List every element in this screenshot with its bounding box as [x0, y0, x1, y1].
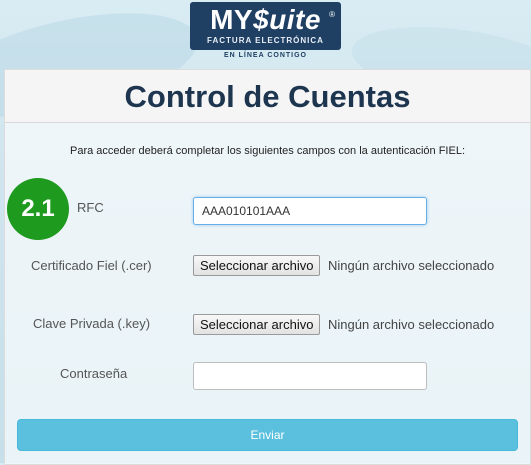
logo-subtitle: FACTURA ELECTRÓNICA — [207, 36, 324, 45]
instruction-text: Para acceder deberá completar los siguie… — [70, 145, 465, 157]
private-key-file-button[interactable]: Seleccionar archivo — [193, 314, 321, 335]
submit-button[interactable]: Enviar — [17, 419, 518, 451]
login-panel: Control de Cuentas Para acceder deberá c… — [4, 69, 531, 465]
logo-tagline: EN LÍNEA CONTIGO — [223, 52, 308, 59]
rfc-label: RFC — [77, 200, 104, 215]
logo-badge: MY$uite ® FACTURA ELECTRÓNICA — [190, 2, 341, 50]
certificate-label: Certificado Fiel (.cer) — [31, 258, 152, 273]
private-key-file-status: Ningún archivo seleccionado — [328, 317, 495, 332]
certificate-file-status: Ningún archivo seleccionado — [328, 258, 495, 273]
registered-mark: ® — [329, 10, 335, 19]
step-badge: 2.1 — [7, 178, 69, 240]
private-key-label: Clave Privada (.key) — [33, 316, 151, 331]
certificate-file-button[interactable]: Seleccionar archivo — [193, 255, 321, 276]
password-input[interactable] — [193, 362, 427, 390]
logo-suite: $uite — [253, 4, 321, 35]
title-bar: Control de Cuentas — [5, 70, 530, 123]
rfc-input[interactable] — [193, 197, 427, 225]
logo-my: MY — [210, 4, 254, 35]
page-title: Control de Cuentas — [124, 79, 411, 114]
password-label: Contraseña — [60, 366, 128, 381]
logo-wordmark: MY$uite — [190, 5, 341, 35]
mysuite-logo: MY$uite ® FACTURA ELECTRÓNICA EN LÍNEA C… — [190, 2, 345, 64]
